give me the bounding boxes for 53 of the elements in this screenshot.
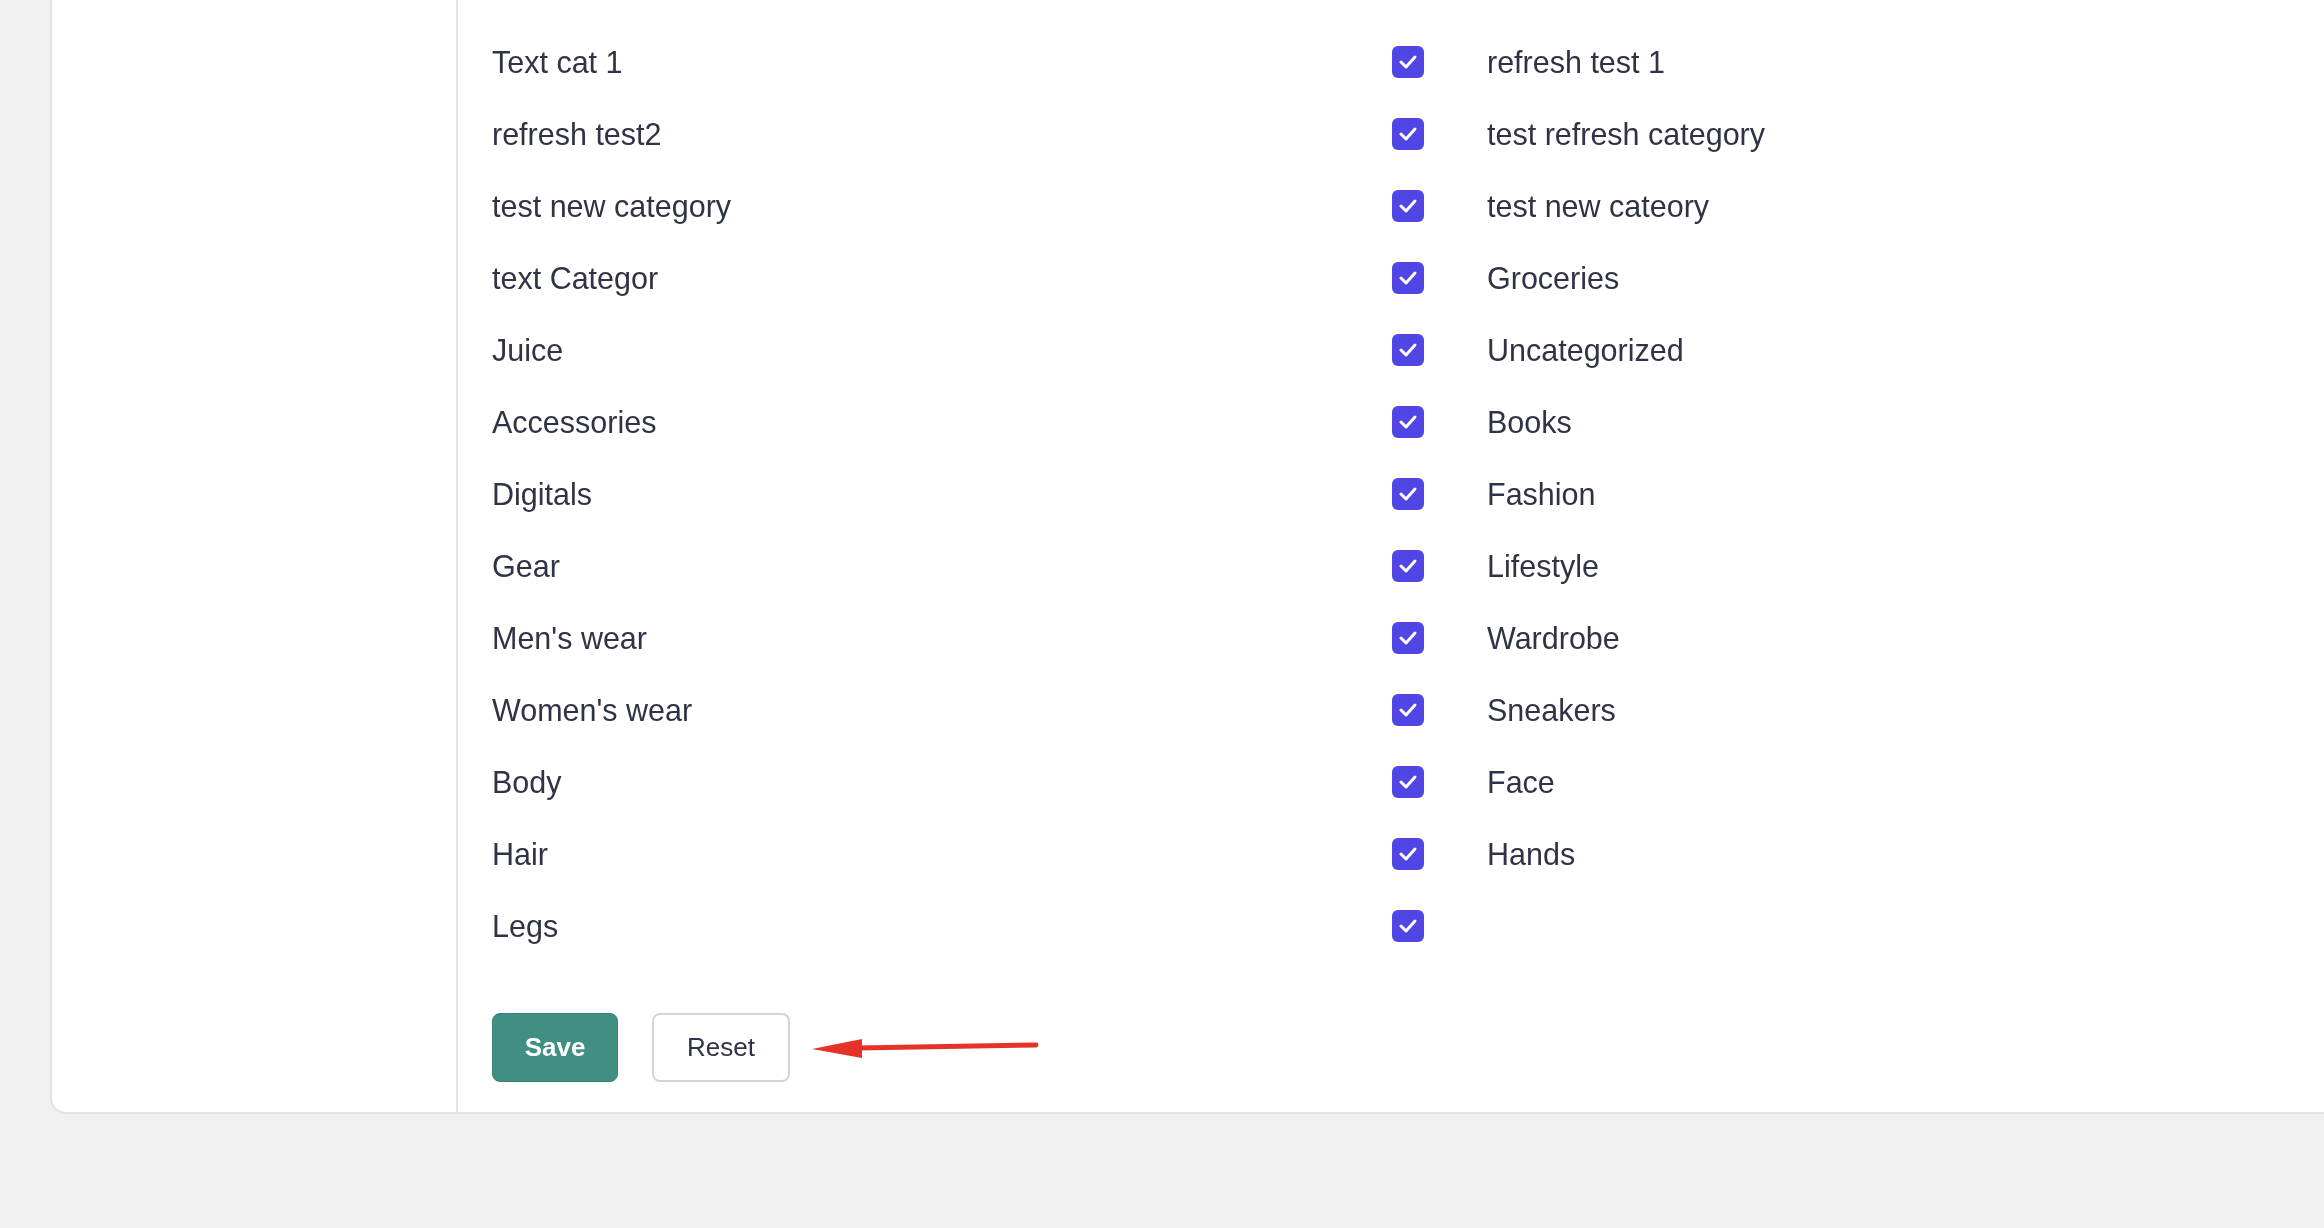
checkmark-icon [1399, 775, 1417, 789]
category-label: Face [1487, 764, 1556, 800]
checkmark-icon [1399, 919, 1417, 933]
checkmark-icon [1399, 199, 1417, 213]
category-label: Body [492, 764, 563, 800]
checkbox[interactable] [1392, 622, 1424, 654]
checkbox[interactable] [1392, 406, 1424, 438]
checkmark-icon [1399, 631, 1417, 645]
category-label: text Categor [492, 260, 660, 296]
checkmark-icon [1399, 127, 1417, 141]
checkmark-icon [1399, 55, 1417, 69]
checkbox[interactable] [1392, 838, 1424, 870]
category-label: Wardrobe [1487, 620, 1621, 656]
category-label: test new cateory [1487, 188, 1711, 224]
category-label: refresh test 1 [1487, 44, 1666, 80]
category-label: test refresh category [1487, 116, 1765, 152]
checkbox[interactable] [1392, 766, 1424, 798]
category-label: Men's wear [492, 620, 648, 656]
category-label: Fashion [1487, 476, 1597, 512]
checkmark-icon [1399, 271, 1417, 285]
checkbox[interactable] [1392, 334, 1424, 366]
category-label: Hands [1487, 836, 1577, 872]
checkbox[interactable] [1392, 46, 1424, 78]
checkbox[interactable] [1392, 118, 1424, 150]
category-label: Lifestyle [1487, 548, 1600, 584]
checkbox[interactable] [1392, 694, 1424, 726]
checkbox[interactable] [1392, 478, 1424, 510]
category-label: Digitals [492, 476, 593, 512]
checkmark-icon [1399, 703, 1417, 717]
category-label: Text cat 1 [492, 44, 624, 80]
checkmark-icon [1399, 415, 1417, 429]
checkbox[interactable] [1392, 262, 1424, 294]
category-label: test new category [492, 188, 733, 224]
checkmark-icon [1399, 847, 1417, 861]
category-label: Legs [492, 908, 560, 944]
checkmark-icon [1399, 487, 1417, 501]
checkbox[interactable] [1392, 190, 1424, 222]
category-label: Accessories [492, 404, 658, 440]
checkbox[interactable] [1392, 550, 1424, 582]
category-label: Gear [492, 548, 561, 584]
reset-button[interactable]: Reset [652, 1013, 790, 1082]
category-label: Uncategorized [1487, 332, 1685, 368]
checkbox[interactable] [1392, 910, 1424, 942]
checkmark-icon [1399, 559, 1417, 573]
category-label: Sneakers [1487, 692, 1617, 728]
category-label: Women's wear [492, 692, 694, 728]
save-button[interactable]: Save [492, 1013, 618, 1082]
category-label: Books [1487, 404, 1573, 440]
category-label: Groceries [1487, 260, 1621, 296]
checkmark-icon [1399, 343, 1417, 357]
category-label: Hair [492, 836, 549, 872]
category-label: Juice [492, 332, 565, 368]
category-label: refresh test2 [492, 116, 663, 152]
